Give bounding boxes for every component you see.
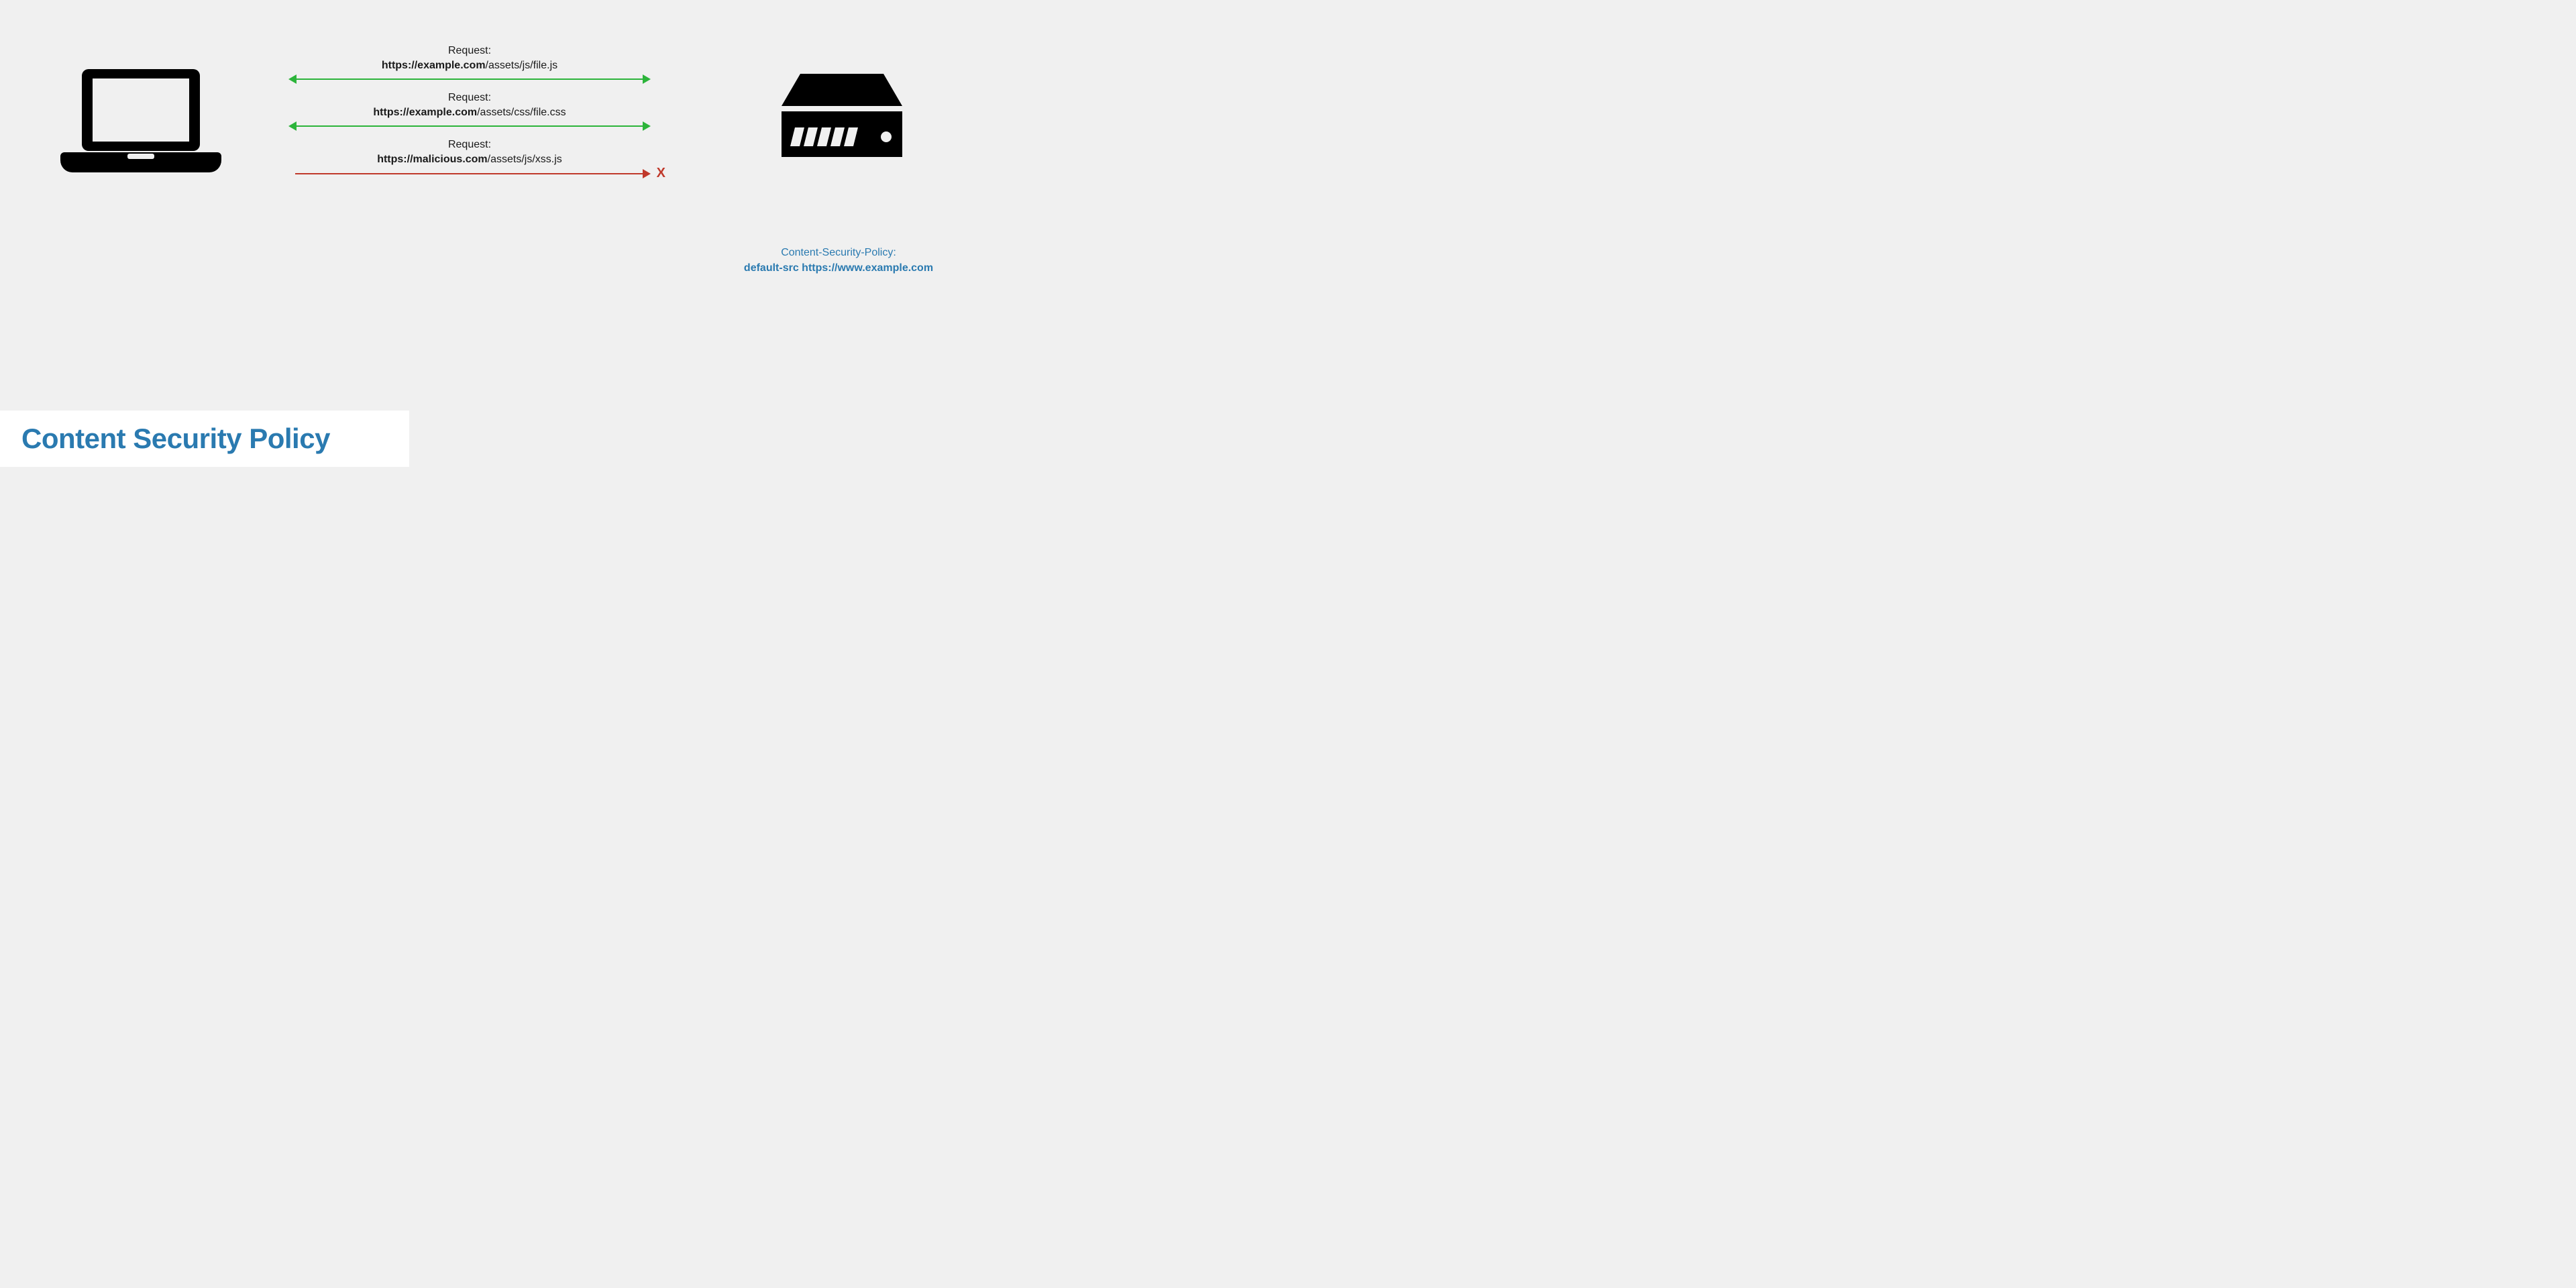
csp-header-caption: Content-Security-Policy: default-src htt…	[731, 245, 946, 276]
title-band: Content Security Policy	[0, 411, 409, 467]
request-1: Request: https://example.com/assets/js/f…	[288, 44, 651, 72]
server-icon	[782, 74, 902, 164]
bidirectional-arrow-allowed	[288, 74, 651, 84]
csp-header-value: default-src https://www.example.com	[731, 260, 946, 276]
arrow-blocked: X	[288, 169, 651, 178]
request-3: Request: https://malicious.com/assets/js…	[288, 138, 651, 166]
blocked-x-icon: X	[657, 166, 665, 181]
request-label: Request:	[288, 91, 651, 105]
laptop-icon	[60, 64, 221, 188]
request-url: https://example.com/assets/js/file.js	[288, 58, 651, 73]
request-url: https://example.com/assets/css/file.css	[288, 105, 651, 120]
csp-diagram: Request: https://example.com/assets/js/f…	[60, 44, 906, 299]
request-url: https://malicious.com/assets/js/xss.js	[288, 152, 651, 167]
page-title: Content Security Policy	[21, 423, 382, 455]
request-label: Request:	[288, 138, 651, 152]
bidirectional-arrow-allowed	[288, 121, 651, 131]
request-label: Request:	[288, 44, 651, 58]
request-flows: Request: https://example.com/assets/js/f…	[288, 44, 651, 185]
csp-header-name: Content-Security-Policy:	[731, 245, 946, 260]
request-2: Request: https://example.com/assets/css/…	[288, 91, 651, 119]
